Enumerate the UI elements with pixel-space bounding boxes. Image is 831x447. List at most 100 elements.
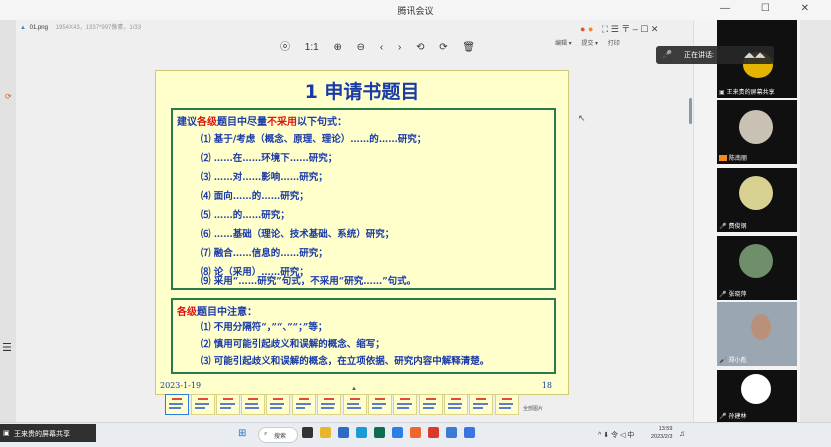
- screen-share-icon: ▣: [3, 430, 10, 437]
- rotate-left-icon[interactable]: ⟲: [416, 42, 424, 53]
- clock-date: 2023/2/3: [651, 434, 673, 440]
- windows-start-icon[interactable]: ⊞: [238, 429, 248, 439]
- thumbnail[interactable]: [343, 394, 367, 415]
- box1-heading-part: 题目中尽量: [217, 117, 267, 128]
- avatar-icon[interactable]: ●: [580, 24, 585, 34]
- mic-muted-icon: 🎤: [719, 414, 727, 420]
- pattern-item: ⑺ 融合……信息的……研究；: [201, 248, 328, 259]
- box1-heading-red: 不采用: [267, 117, 297, 128]
- delete-icon[interactable]: 🗑: [462, 42, 475, 53]
- thumbnail[interactable]: [292, 394, 316, 415]
- zoom-in-icon[interactable]: ⊕: [333, 42, 341, 53]
- mouse-cursor-icon: ↖: [578, 113, 586, 123]
- clock-time: 13:59: [658, 426, 673, 432]
- sentence-patterns-box: 建议各级题目中尽量不采用以下句式： ⑴ 基于/考虑（概念、原理、理论）……的………: [171, 108, 556, 290]
- task-view-icon[interactable]: [302, 427, 313, 438]
- thumbnail[interactable]: [495, 394, 519, 415]
- participant-name: 郑小彪: [728, 358, 747, 364]
- participant-name: 费俊钢: [728, 224, 747, 230]
- participant-name: 张晓萍: [728, 292, 747, 298]
- chevron-up-icon[interactable]: ▲: [349, 386, 359, 392]
- thumbnail[interactable]: [368, 394, 392, 415]
- participant-tile[interactable]: 🎤 孙建林: [717, 370, 797, 422]
- wps-icon[interactable]: [428, 427, 439, 438]
- rotate-right-icon[interactable]: ⟳: [439, 42, 447, 53]
- scrollbar-thumb[interactable]: [689, 98, 692, 124]
- box1-heading-part: 建议: [177, 117, 197, 128]
- slide-image: 1 申请书题目 建议各级题目中尽量不采用以下句式： ⑴ 基于/考虑（概念、原理、…: [155, 70, 569, 395]
- edit-button[interactable]: 编辑 ▾: [555, 41, 572, 47]
- prev-icon[interactable]: ‹: [380, 42, 383, 53]
- app-icon[interactable]: [374, 427, 385, 438]
- thumbnail[interactable]: [393, 394, 417, 415]
- participant-tile[interactable]: 🎤 郑小彪: [717, 302, 797, 366]
- participant-tile[interactable]: 陈南丽: [717, 100, 797, 164]
- app-icon[interactable]: [392, 427, 403, 438]
- note-item: ⑴ 不用分隔符“，”“、”“；”等；: [201, 322, 328, 333]
- thumbnail[interactable]: [241, 394, 265, 415]
- share-label: 王来贵的屏幕共享: [14, 431, 70, 438]
- speaking-label: 正在讲话:: [684, 52, 714, 59]
- app-icon[interactable]: [446, 427, 457, 438]
- menu-icon[interactable]: ☰: [2, 342, 14, 354]
- viewer-toolbar: ⓞ 1:1 ⊕ ⊖ ‹ › ⟲ ⟳ 🗑: [280, 38, 487, 53]
- thumbnail[interactable]: [444, 394, 468, 415]
- slide-title: 1 申请书题目: [304, 81, 420, 103]
- rotate-icon[interactable]: ⓞ: [280, 42, 290, 53]
- box1-heading-red: 各级: [197, 117, 217, 128]
- submit-button[interactable]: 提交 ▾: [581, 41, 598, 47]
- next-icon[interactable]: ›: [398, 42, 401, 53]
- system-tray[interactable]: ^ ⬇ 令 ◁ 中: [598, 430, 634, 440]
- audio-wave-icon: ◢◣◢◣: [744, 52, 766, 59]
- thumbnail[interactable]: [266, 394, 290, 415]
- zoom-out-icon[interactable]: ⊖: [357, 42, 365, 53]
- actual-size-button[interactable]: 1:1: [305, 42, 319, 53]
- avatar: [751, 314, 771, 340]
- record-icon[interactable]: ⟳: [5, 92, 12, 101]
- app-icon[interactable]: [338, 427, 349, 438]
- file-meta: 1954X43，1337*997像素，1/33: [55, 25, 142, 31]
- print-button[interactable]: 打印: [608, 41, 620, 47]
- speaking-indicator: 🎤 正在讲话: ◢◣◢◣: [656, 46, 774, 64]
- box2-heading: 各级题目中注意：: [177, 303, 257, 318]
- taskbar-search[interactable]: ⌕ 搜索: [258, 427, 298, 443]
- thumbnail[interactable]: [419, 394, 443, 415]
- search-icon: ⌕: [264, 431, 268, 437]
- tencent-meeting-icon[interactable]: [464, 427, 475, 438]
- note-item: ⑵ 慎用可能引起歧义和误解的概念、缩写；: [201, 339, 385, 350]
- search-label: 搜索: [274, 434, 287, 440]
- image-file-icon: ▲: [20, 25, 26, 31]
- pattern-item: ⑷ 面向……的……研究；: [201, 191, 309, 202]
- thumbnail[interactable]: [191, 394, 215, 415]
- note-item: ⑶ 可能引起歧义和误解的概念，在立项依据、研究内容中解释清楚。: [201, 356, 490, 367]
- thumbnail[interactable]: [469, 394, 493, 415]
- host-badge-icon: [719, 155, 727, 161]
- window-controls[interactable]: — ☐ ✕: [720, 3, 823, 14]
- participant-tile[interactable]: 🎤 张晓萍: [717, 236, 797, 300]
- clock[interactable]: 13:59 2023/2/3: [651, 425, 672, 441]
- app-title: 腾讯会议: [397, 6, 434, 16]
- settings-icon[interactable]: ●: [588, 24, 593, 34]
- participant-name: 孙建林: [728, 414, 747, 420]
- participant-tile[interactable]: 🎤 费俊钢: [717, 168, 797, 232]
- slide-number: 18: [541, 381, 552, 390]
- app-icon[interactable]: [410, 427, 421, 438]
- notification-icon[interactable]: ♫: [679, 429, 685, 438]
- thumbnail[interactable]: [317, 394, 341, 415]
- edge-icon[interactable]: [356, 427, 367, 438]
- participant-name: 王来贵的屏幕共享: [726, 90, 775, 96]
- shared-screen-viewer: ⟳ ☰ ▲ 01.png 1954X43，1337*997像素，1/33 ● ●…: [0, 20, 694, 422]
- box1-heading: 建议各级题目中尽量不采用以下句式：: [177, 113, 347, 128]
- all-images-link[interactable]: 全部图片: [523, 405, 543, 412]
- mic-muted-icon: 🎤: [719, 358, 727, 364]
- screen-share-banner[interactable]: ▣ 王来贵的屏幕共享: [0, 424, 96, 442]
- thumbnail[interactable]: [165, 394, 189, 415]
- file-explorer-icon[interactable]: [320, 427, 331, 438]
- notes-box: 各级题目中注意： ⑴ 不用分隔符“，”“、”“；”等； ⑵ 慎用可能引起歧义和误…: [171, 298, 556, 374]
- pattern-item: ⑵ ……在……环境下……研究；: [201, 153, 338, 164]
- avatar: [739, 110, 773, 144]
- pattern-item: ⑹ ……基础（理论、技术基础、系统）研究；: [201, 229, 395, 240]
- thumbnail[interactable]: [216, 394, 240, 415]
- box2-heading-part: 题目中注意：: [197, 307, 257, 318]
- box1-heading-part: 以下句式：: [297, 117, 347, 128]
